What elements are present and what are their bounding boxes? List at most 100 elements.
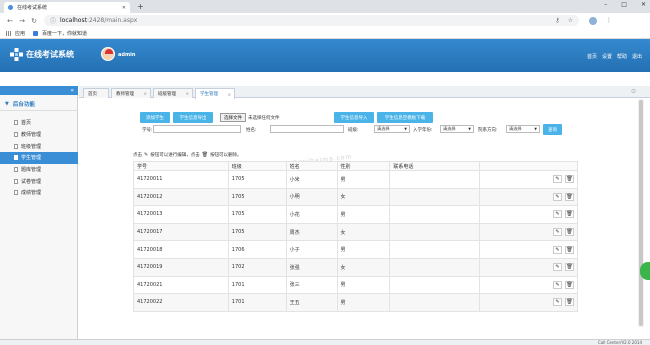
import-students-button[interactable]: 学生信息导入: [334, 112, 374, 123]
cell-phone: [389, 205, 481, 224]
reload-icon[interactable]: ↻: [28, 17, 40, 25]
window-close-icon[interactable]: ✕: [641, 1, 646, 8]
delete-button[interactable]: 🗑: [565, 192, 574, 201]
search-button[interactable]: 查询: [543, 124, 562, 135]
cell-name: 小子: [285, 240, 338, 259]
delete-button[interactable]: 🗑: [565, 245, 574, 254]
column-header-name: 姓名: [285, 161, 338, 171]
content-tab-bar: 首页 教师管理 × 班级管理 × 学生管理 × ⊙: [79, 86, 650, 99]
cell-name: 小米: [285, 170, 338, 189]
choose-file-button[interactable]: 选择文件: [220, 113, 246, 122]
column-header-actions: [479, 161, 578, 171]
info-icon[interactable]: ⓘ: [50, 16, 56, 25]
close-icon[interactable]: ×: [186, 91, 189, 96]
add-student-button[interactable]: 添加学生: [140, 112, 170, 123]
key-icon[interactable]: ⚷: [555, 17, 559, 24]
back-icon[interactable]: ←: [4, 17, 16, 25]
cell-actions: ✎ 🗑: [479, 187, 578, 207]
avatar[interactable]: [101, 47, 115, 61]
sidebar-group-header[interactable]: ▼ 后台功能: [0, 98, 78, 111]
menu-icon[interactable]: ⋮: [606, 17, 612, 24]
close-icon[interactable]: ×: [144, 91, 147, 96]
chevron-down-icon: ▼: [404, 127, 407, 131]
close-icon[interactable]: ×: [228, 92, 231, 97]
side-widget-handle[interactable]: [640, 262, 650, 280]
forward-icon[interactable]: →: [16, 17, 28, 25]
edit-button[interactable]: ✎: [553, 263, 562, 272]
cell-student-no: 41720019: [133, 257, 229, 277]
sidebar-item-scores[interactable]: 成绩管理: [0, 187, 78, 199]
cell-student-no: 41720011: [133, 170, 229, 189]
delete-button[interactable]: 🗑: [565, 263, 574, 272]
year-select-value: 请选择: [443, 126, 456, 131]
delete-button[interactable]: 🗑: [565, 280, 574, 289]
sidebar-item-papers[interactable]: 试卷管理: [0, 175, 78, 187]
bookmark-baidu[interactable]: 百度一下，你就知道: [42, 30, 87, 37]
scrollbar-thumb[interactable]: [639, 100, 643, 326]
url-input[interactable]: ⓘ localhost :2428/main.aspx ⚷ ☆: [44, 15, 579, 26]
edit-button[interactable]: ✎: [553, 245, 562, 254]
name-label: 姓名:: [246, 128, 257, 133]
edit-button[interactable]: ✎: [553, 192, 562, 201]
cell-phone: [389, 170, 481, 189]
header-link-settings[interactable]: 设置: [602, 53, 612, 60]
cell-actions: ✎ 🗑: [479, 205, 578, 224]
header-link-logout[interactable]: 退出: [632, 53, 642, 60]
tab-home[interactable]: 首页: [83, 88, 109, 98]
window-controls: – □ ✕: [604, 1, 646, 8]
download-template-button[interactable]: 学生信息空模板下载: [377, 112, 433, 123]
close-icon[interactable]: ✕: [122, 5, 126, 11]
tab-teachers[interactable]: 教师管理 ×: [111, 88, 151, 98]
export-students-button[interactable]: 学生信息导出: [173, 112, 213, 123]
maximize-icon[interactable]: □: [621, 1, 627, 8]
sidebar-item-label: 学生管理: [21, 155, 42, 162]
student-no-input[interactable]: [153, 125, 241, 133]
cell-class: 1706: [227, 240, 287, 259]
class-select-value: 请选择: [377, 126, 390, 131]
cell-student-no: 41720018: [133, 240, 229, 259]
header-link-help[interactable]: 帮助: [617, 53, 627, 60]
tab-students[interactable]: 学生管理 ×: [195, 88, 235, 99]
sidebar-item-label: 班级管理: [21, 143, 42, 150]
sidebar-item-students[interactable]: 学生管理: [0, 152, 78, 164]
edit-button[interactable]: ✎: [553, 210, 562, 219]
sidebar-collapse-button[interactable]: «: [0, 86, 78, 95]
name-input[interactable]: [270, 125, 344, 133]
browser-tab[interactable]: 在线考试系统 ✕: [4, 2, 130, 13]
sidebar-item-teachers[interactable]: 教师管理: [0, 129, 78, 141]
major-select[interactable]: 请选择 ▼: [506, 125, 540, 133]
apps-icon[interactable]: [6, 30, 11, 36]
edit-button[interactable]: ✎: [553, 280, 562, 289]
delete-button[interactable]: 🗑: [565, 210, 574, 219]
cell-phone: [389, 257, 481, 277]
pencil-icon: ✎: [144, 152, 149, 158]
tab-label: 教师管理: [116, 91, 134, 97]
sidebar-item-questions[interactable]: 题库管理: [0, 164, 78, 176]
new-tab-icon[interactable]: +: [137, 2, 144, 11]
sidebar-item-home[interactable]: 首页: [0, 117, 78, 129]
vertical-scrollbar[interactable]: [638, 99, 644, 327]
cell-student-no: 41720013: [133, 205, 229, 224]
file-status: 未选择任何文件: [248, 116, 280, 121]
tab-classes[interactable]: 班级管理 ×: [153, 88, 193, 98]
sidebar-item-classes[interactable]: 班级管理: [0, 140, 78, 152]
star-icon[interactable]: ☆: [568, 17, 573, 24]
header-link-home[interactable]: 首页: [587, 53, 597, 60]
delete-button[interactable]: 🗑: [565, 228, 574, 237]
edit-button[interactable]: ✎: [553, 228, 562, 237]
profile-icon[interactable]: [589, 16, 597, 25]
class-select[interactable]: 请选择 ▼: [374, 125, 410, 133]
delete-button[interactable]: 🗑: [565, 298, 574, 307]
hint-text: 点击 ✎ 按钮可以进行编辑，点击 🗑 按钮可以删除。: [133, 152, 242, 158]
bookmark-apps[interactable]: 应用: [15, 30, 25, 37]
minimize-icon[interactable]: –: [604, 1, 607, 8]
cell-class: 1701: [227, 275, 287, 295]
refresh-icon[interactable]: ⊙: [631, 88, 636, 95]
edit-button[interactable]: ✎: [553, 175, 562, 184]
collapse-icon[interactable]: «: [70, 87, 74, 94]
year-select[interactable]: 请选择 ▼: [440, 125, 474, 133]
cell-name: 张强: [285, 257, 338, 277]
edit-button[interactable]: ✎: [553, 298, 562, 307]
delete-button[interactable]: 🗑: [565, 175, 574, 184]
cell-phone: [389, 187, 481, 207]
